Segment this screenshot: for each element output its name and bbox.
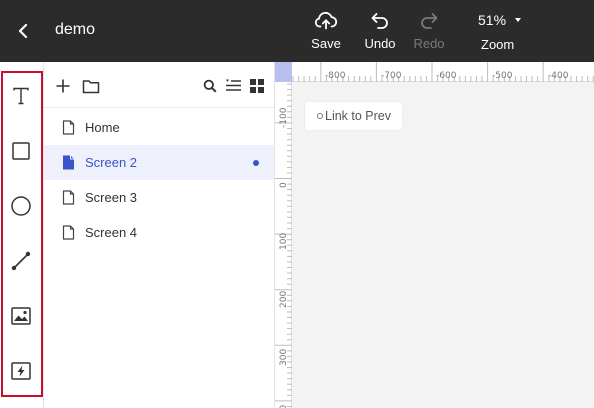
tool-rail — [0, 62, 44, 408]
ruler-label: 200 — [279, 290, 289, 308]
link-dot-icon — [317, 113, 323, 119]
image-tool[interactable] — [9, 304, 33, 328]
link-to-prev-hotspot[interactable]: Link to Prev — [305, 102, 403, 130]
ruler-label: 100 — [279, 232, 289, 250]
active-indicator-dot — [253, 160, 259, 166]
tool-rail-highlight-frame — [1, 71, 43, 397]
screen-item-label: Home — [85, 120, 120, 135]
hotspot-tool[interactable] — [9, 359, 33, 383]
plus-icon — [56, 79, 70, 93]
undo-button[interactable]: Undo — [355, 8, 405, 56]
horizontal-ruler[interactable]: -800 -700 -600 -500 -400 — [292, 62, 594, 82]
grid-icon — [250, 79, 264, 93]
sort-icon — [225, 79, 241, 91]
save-label: Save — [311, 36, 341, 51]
caret-down-icon — [515, 18, 521, 22]
folder-icon — [82, 79, 100, 93]
image-icon — [11, 307, 31, 325]
design-canvas[interactable]: -800 -700 -600 -500 -400 -100 0 100 200 … — [275, 62, 594, 408]
text-icon — [13, 87, 29, 105]
screen-list: Home Screen 2 Screen 3 Screen 4 — [44, 110, 274, 250]
screen-item-label: Screen 4 — [85, 225, 138, 240]
chevron-left-icon — [18, 24, 28, 38]
redo-label: Redo — [413, 36, 445, 51]
ruler-label: -600 — [436, 71, 457, 81]
sort-button[interactable] — [224, 77, 242, 95]
ellipse-tool[interactable] — [9, 194, 33, 218]
line-tool[interactable] — [9, 249, 33, 273]
ruler-label: 300 — [279, 348, 289, 366]
lightning-icon — [11, 362, 31, 380]
ruler-corner — [275, 62, 292, 82]
ruler-label: -800 — [325, 71, 346, 81]
file-icon — [63, 155, 74, 170]
panel-toolbar — [44, 62, 274, 108]
vertical-ruler[interactable]: -100 0 100 200 300 400 — [275, 82, 292, 408]
add-screen-button[interactable] — [54, 77, 72, 95]
circle-icon — [11, 196, 31, 216]
screen-item-home[interactable]: Home — [44, 110, 274, 145]
ruler-label: 0 — [279, 182, 289, 188]
back-button[interactable] — [12, 20, 34, 42]
text-tool[interactable] — [9, 84, 33, 108]
add-folder-button[interactable] — [82, 77, 100, 95]
cloud-upload-icon — [314, 11, 338, 30]
zoom-control[interactable]: 51% Zoom — [472, 8, 528, 56]
zoom-value: 51% — [478, 12, 507, 28]
line-icon — [11, 251, 31, 271]
link-chip-label: Link to Prev — [325, 109, 392, 123]
redo-button[interactable]: Redo — [404, 8, 454, 56]
file-icon — [62, 225, 75, 240]
screen-item-screen-2[interactable]: Screen 2 — [44, 145, 274, 180]
save-button[interactable]: Save — [301, 8, 351, 56]
ruler-label: -500 — [492, 71, 513, 81]
file-icon — [62, 190, 75, 205]
file-icon — [62, 120, 75, 135]
screens-panel: Home Screen 2 Screen 3 Screen 4 — [44, 62, 275, 408]
top-bar: demo Save Undo Redo 51% Zoom — [0, 0, 594, 62]
undo-label: Undo — [364, 36, 396, 51]
square-icon — [12, 142, 30, 160]
redo-icon — [421, 13, 438, 29]
ruler-label: -700 — [381, 71, 402, 81]
rectangle-tool[interactable] — [9, 139, 33, 163]
screen-item-screen-4[interactable]: Screen 4 — [44, 215, 274, 250]
ruler-label: -100 — [279, 107, 289, 128]
undo-icon — [371, 13, 388, 29]
search-icon — [203, 79, 217, 93]
screen-item-label: Screen 3 — [85, 190, 138, 205]
zoom-label: Zoom — [481, 37, 515, 52]
search-button[interactable] — [201, 77, 219, 95]
ruler-label: -400 — [548, 71, 569, 81]
app-title: demo — [55, 21, 96, 38]
grid-view-button[interactable] — [248, 77, 266, 95]
screen-item-screen-3[interactable]: Screen 3 — [44, 180, 274, 215]
screen-item-label: Screen 2 — [85, 155, 138, 170]
